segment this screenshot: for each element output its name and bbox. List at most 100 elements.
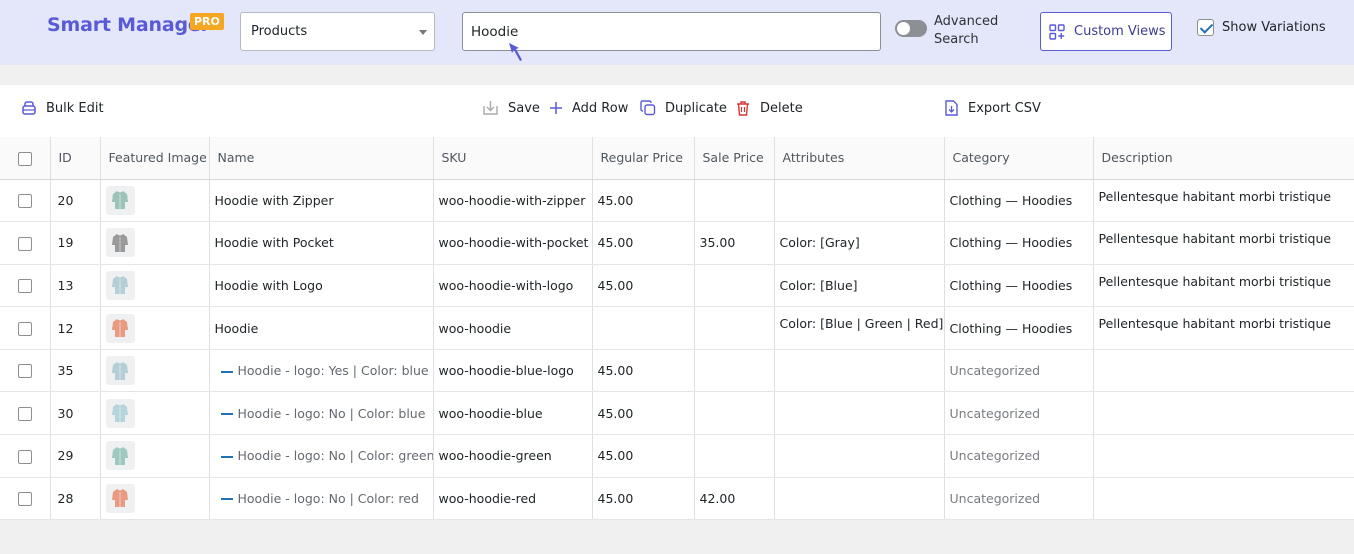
select-all-checkbox[interactable] (17, 151, 32, 166)
select-all-checkbox-cell[interactable] (0, 137, 51, 180)
cell-id[interactable]: 28 (50, 477, 101, 521)
cell-name[interactable]: Hoodie - logo: No | Color: blue (209, 391, 434, 436)
cell-regular-price[interactable]: 45.00 (592, 179, 695, 223)
column-header-sku[interactable]: SKU (433, 137, 593, 180)
column-header-featured-image[interactable]: Featured Image (100, 137, 210, 180)
checkbox-checked-icon[interactable] (1197, 19, 1214, 36)
cell-sale-price[interactable] (694, 434, 775, 478)
cell-attributes[interactable]: Color: [Blue] (774, 264, 945, 308)
column-header-name[interactable]: Name (209, 137, 434, 180)
cell-regular-price[interactable]: 45.00 (592, 264, 695, 308)
cell-description[interactable] (1093, 434, 1354, 478)
search-input[interactable] (462, 12, 881, 51)
cell-featured-image[interactable] (100, 391, 210, 436)
cell-featured-image[interactable] (100, 477, 210, 521)
row-checkbox[interactable] (17, 236, 32, 251)
cell-regular-price[interactable]: 45.00 (592, 477, 695, 521)
hoodie-thumbnail[interactable] (105, 270, 135, 300)
cell-id[interactable]: 13 (50, 264, 101, 308)
column-header-description[interactable]: Description (1093, 137, 1354, 180)
cell-featured-image[interactable] (100, 264, 210, 308)
cell-description[interactable]: Pellentesque habitant morbi tristique (1093, 221, 1354, 265)
custom-views-button[interactable]: Custom Views (1040, 12, 1172, 51)
column-header-attributes[interactable]: Attributes (774, 137, 945, 180)
table-row[interactable]: 30 Hoodie - logo: No | Color: blue woo-hoo… (0, 391, 1354, 436)
cell-id[interactable]: 12 (50, 306, 101, 350)
advanced-search-label[interactable]: Advanced Search (934, 13, 998, 49)
cell-category[interactable]: Uncategorized (944, 349, 1094, 393)
cell-id[interactable]: 19 (50, 221, 101, 265)
cell-id[interactable]: 35 (50, 349, 101, 393)
cell-sku[interactable]: woo-hoodie-blue-logo (433, 349, 593, 393)
cell-attributes[interactable] (774, 349, 945, 393)
row-checkbox[interactable] (17, 407, 32, 422)
row-checkbox[interactable] (17, 492, 32, 507)
cell-attributes[interactable] (774, 391, 945, 436)
row-checkbox-cell[interactable] (0, 264, 51, 308)
row-checkbox-cell[interactable] (0, 179, 51, 223)
cell-category[interactable]: Clothing — Hoodies (944, 306, 1094, 350)
column-header-id[interactable]: ID (50, 137, 101, 180)
cell-category[interactable]: Clothing — Hoodies (944, 221, 1094, 265)
table-row[interactable]: 12 Hoodie woo-hoodie Color: [Blue | Green |… (0, 306, 1354, 350)
cell-featured-image[interactable] (100, 306, 210, 350)
cell-description[interactable] (1093, 391, 1354, 436)
cell-sale-price[interactable] (694, 349, 775, 393)
cell-sku[interactable]: woo-hoodie-with-zipper (433, 179, 593, 223)
cell-name[interactable]: Hoodie (209, 306, 434, 350)
row-checkbox[interactable] (17, 321, 32, 336)
cell-regular-price[interactable]: 45.00 (592, 349, 695, 393)
row-checkbox[interactable] (17, 364, 32, 379)
cell-description[interactable]: Pellentesque habitant morbi tristique (1093, 179, 1354, 223)
cell-name[interactable]: Hoodie with Zipper (209, 179, 434, 223)
hoodie-thumbnail[interactable] (105, 356, 135, 386)
cell-category[interactable]: Clothing — Hoodies (944, 179, 1094, 223)
cell-id[interactable]: 29 (50, 434, 101, 478)
hoodie-thumbnail[interactable] (105, 483, 135, 513)
row-checkbox-cell[interactable] (0, 391, 51, 436)
cell-category[interactable]: Uncategorized (944, 434, 1094, 478)
cell-sale-price[interactable] (694, 306, 775, 350)
cell-regular-price[interactable]: 45.00 (592, 434, 695, 478)
cell-attributes[interactable]: Color: [Blue | Green | Red], (774, 306, 945, 350)
dashboard-select[interactable]: Products (240, 12, 435, 51)
cell-category[interactable]: Uncategorized (944, 391, 1094, 436)
cell-featured-image[interactable] (100, 179, 210, 223)
cell-name[interactable]: Hoodie - logo: No | Color: red (209, 477, 434, 521)
hoodie-thumbnail[interactable] (105, 441, 135, 471)
row-checkbox-cell[interactable] (0, 477, 51, 521)
row-checkbox-cell[interactable] (0, 434, 51, 478)
table-row[interactable]: 35 Hoodie - logo: Yes | Color: blue woo-ho… (0, 349, 1354, 393)
show-variations-checkbox[interactable]: Show Variations (1197, 19, 1326, 36)
column-header-category[interactable]: Category (944, 137, 1094, 180)
cell-sku[interactable]: woo-hoodie-blue (433, 391, 593, 436)
cell-regular-price[interactable]: 45.00 (592, 221, 695, 265)
cell-featured-image[interactable] (100, 221, 210, 265)
cell-description[interactable] (1093, 477, 1354, 521)
cell-sku[interactable]: woo-hoodie (433, 306, 593, 350)
export-csv-button[interactable]: Export CSV (944, 99, 1041, 117)
cell-sale-price[interactable] (694, 264, 775, 308)
cell-sale-price[interactable] (694, 179, 775, 223)
save-button[interactable]: Save (482, 99, 540, 117)
hoodie-thumbnail[interactable] (105, 398, 135, 428)
column-header-sale-price[interactable]: Sale Price (694, 137, 775, 180)
cell-regular-price[interactable]: 45.00 (592, 391, 695, 436)
cell-sku[interactable]: woo-hoodie-red (433, 477, 593, 521)
cell-sale-price[interactable] (694, 391, 775, 436)
row-checkbox[interactable] (17, 279, 32, 294)
cell-featured-image[interactable] (100, 349, 210, 393)
cell-id[interactable]: 20 (50, 179, 101, 223)
cell-attributes[interactable] (774, 179, 945, 223)
row-checkbox[interactable] (17, 449, 32, 464)
cell-attributes[interactable] (774, 477, 945, 521)
add-row-button[interactable]: Add Row (549, 99, 628, 117)
delete-button[interactable]: Delete (735, 99, 803, 117)
cell-sku[interactable]: woo-hoodie-green (433, 434, 593, 478)
row-checkbox-cell[interactable] (0, 306, 51, 350)
row-checkbox[interactable] (17, 194, 32, 209)
cell-sku[interactable]: woo-hoodie-with-pocket (433, 221, 593, 265)
cell-description[interactable]: Pellentesque habitant morbi tristique (1093, 306, 1354, 350)
column-header-regular-price[interactable]: Regular Price (592, 137, 695, 180)
table-row[interactable]: 13 Hoodie with Logo woo-hoodie-with-logo 45… (0, 264, 1354, 308)
